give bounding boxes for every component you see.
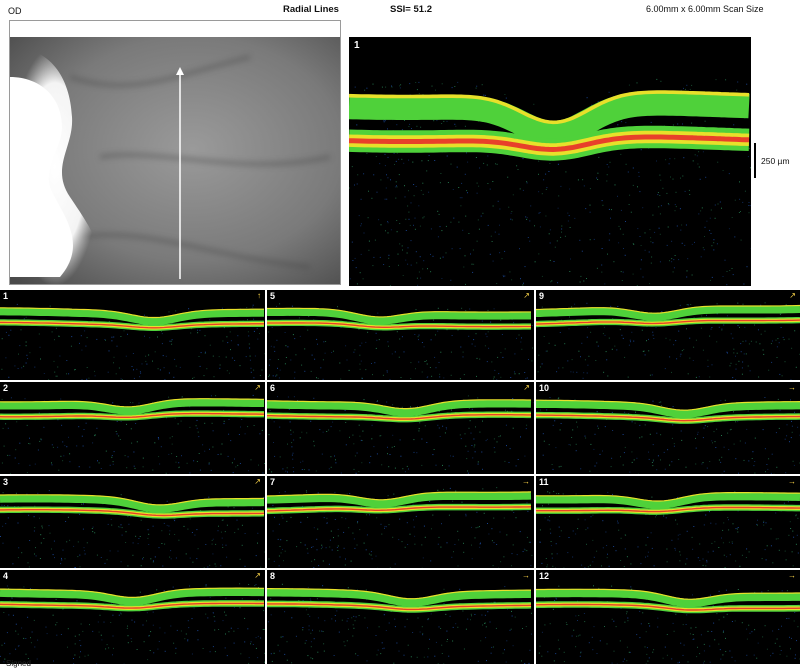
bscan-number-label: 10 <box>539 383 549 393</box>
thumbnail-bscan-2[interactable]: 2 ↗ <box>0 382 265 474</box>
bscan-number-label: 3 <box>3 477 8 487</box>
ssi-label: SSI= 51.2 <box>390 4 432 15</box>
bscan-number-label: 1 <box>3 291 8 301</box>
thumbnail-bscan-11[interactable]: 11 → <box>536 476 800 568</box>
bscan-image <box>536 570 800 664</box>
arrow-icon: ↗ <box>789 292 796 300</box>
arrow-icon: ↗ <box>254 572 261 580</box>
bscan-image <box>0 570 265 664</box>
thumbnail-bscan-5[interactable]: 5 ↗ <box>267 290 534 380</box>
footer-label: Signed <box>6 659 31 668</box>
arrow-icon: ↗ <box>254 384 261 392</box>
bscan-image <box>0 290 265 380</box>
arrow-icon: → <box>788 384 796 392</box>
eye-label: OD <box>8 6 22 16</box>
arrow-icon: → <box>788 572 796 580</box>
bscan-image <box>536 382 800 474</box>
fundus-image <box>10 37 341 285</box>
scan-pattern-label: Radial Lines <box>283 4 339 15</box>
bscan-image <box>0 382 265 474</box>
arrow-icon: ↑ <box>257 292 261 300</box>
bscan-number-label: 12 <box>539 571 549 581</box>
bscan-number-label: 9 <box>539 291 544 301</box>
bscan-image <box>267 570 534 664</box>
arrow-icon: → <box>522 572 530 580</box>
thumbnail-bscan-6[interactable]: 6 ↗ <box>267 382 534 474</box>
scale-bar <box>754 143 756 178</box>
thumbnail-bscan-4[interactable]: 4 ↗ <box>0 570 265 664</box>
thumbnail-bscan-3[interactable]: 3 ↗ <box>0 476 265 568</box>
bscan-image <box>267 382 534 474</box>
thumbnail-bscan-12[interactable]: 12 → <box>536 570 800 664</box>
bscan-image <box>536 476 800 568</box>
scan-size-label: 6.00mm x 6.00mm Scan Size <box>646 4 764 14</box>
scale-bar-label: 250 µm <box>761 156 790 166</box>
thumbnail-bscan-7[interactable]: 7 → <box>267 476 534 568</box>
bscan-number-label: 11 <box>539 477 549 487</box>
bscan-image <box>0 476 265 568</box>
thumbnail-bscan-1[interactable]: 1 ↑ <box>0 290 265 380</box>
fundus-image-panel[interactable] <box>9 20 341 285</box>
bscan-image <box>536 290 800 380</box>
arrow-icon: ↗ <box>523 384 530 392</box>
arrow-icon: → <box>788 478 796 486</box>
arrow-icon: ↗ <box>254 478 261 486</box>
thumbnail-bscan-8[interactable]: 8 → <box>267 570 534 664</box>
arrow-icon: ↗ <box>523 292 530 300</box>
bscan-number-label: 1 <box>354 40 360 51</box>
bscan-image <box>267 476 534 568</box>
bscan-number-label: 5 <box>270 291 275 301</box>
bscan-image <box>267 290 534 380</box>
bscan-number-label: 6 <box>270 383 275 393</box>
main-bscan[interactable]: 1 <box>349 37 751 286</box>
bscan-image <box>349 37 751 286</box>
bscan-number-label: 7 <box>270 477 275 487</box>
arrow-icon: → <box>522 478 530 486</box>
bscan-number-label: 8 <box>270 571 275 581</box>
bscan-number-label: 2 <box>3 383 8 393</box>
bscan-number-label: 4 <box>3 571 8 581</box>
thumbnail-bscan-10[interactable]: 10 → <box>536 382 800 474</box>
thumbnail-bscan-9[interactable]: 9 ↗ <box>536 290 800 380</box>
